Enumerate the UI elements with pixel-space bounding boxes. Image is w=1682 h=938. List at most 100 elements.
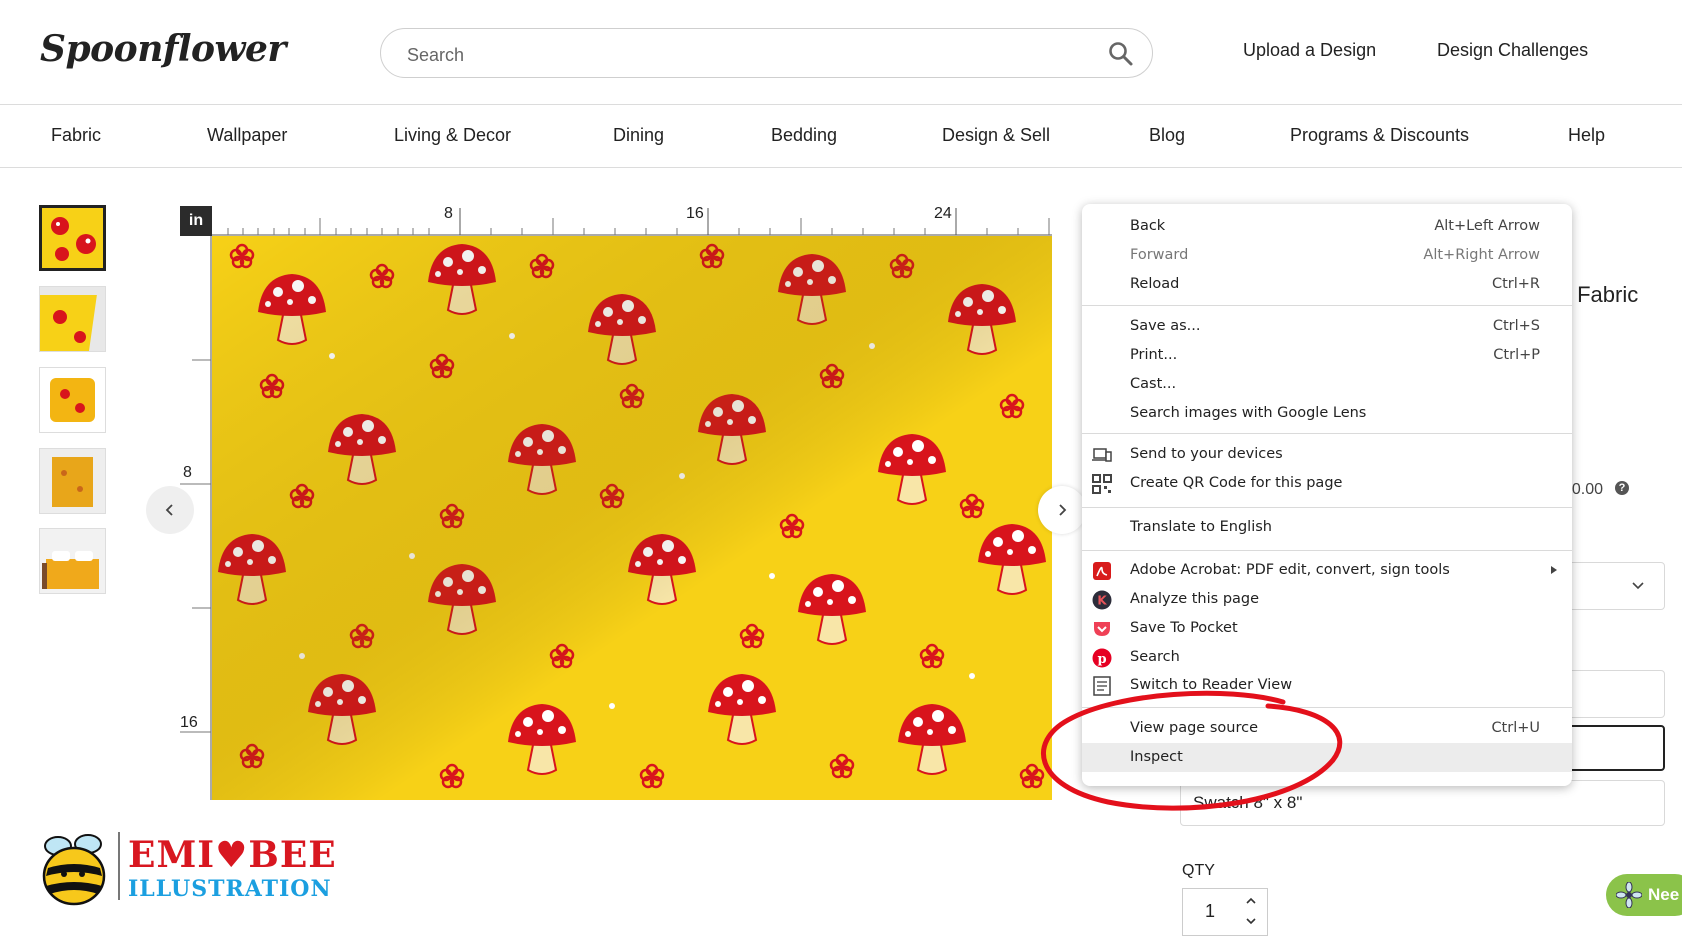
search-bar[interactable] [380, 28, 1153, 78]
pillow-image [50, 378, 95, 422]
menu-item-pinterest-search[interactable]: p Search [1082, 643, 1572, 672]
menu-item-reload[interactable]: Reload Ctrl+R [1082, 270, 1572, 299]
ruler-unit-label: in [180, 206, 212, 236]
annotation-circle [1041, 690, 1343, 811]
menu-item-print[interactable]: Print... Ctrl+P [1082, 341, 1572, 370]
menu-label-cast: Cast... [1130, 376, 1177, 392]
thumbnail-blanket[interactable] [39, 448, 106, 514]
ruler-top-label-24: 24 [934, 205, 952, 222]
menu-label-translate: Translate to English [1130, 519, 1272, 535]
fabric-roll-image [40, 287, 105, 351]
menu-shortcut-reload: Ctrl+R [1491, 276, 1540, 292]
devices-icon [1092, 448, 1112, 462]
menu-separator [1082, 550, 1572, 551]
nav-help[interactable]: Help [1568, 125, 1605, 146]
menu-item-send-to-devices[interactable]: Send to your devices [1082, 440, 1572, 469]
logo-divider [118, 832, 120, 900]
ruler-top-label-8: 8 [444, 205, 453, 222]
menu-item-google-lens[interactable]: Search images with Google Lens [1082, 399, 1572, 428]
menu-item-adobe-acrobat[interactable]: Adobe Acrobat: PDF edit, convert, sign t… [1082, 556, 1572, 585]
acrobat-icon [1093, 562, 1111, 580]
menu-item-save-as[interactable]: Save as... Ctrl+S [1082, 312, 1572, 341]
menu-label-qr-code: Create QR Code for this page [1130, 475, 1343, 491]
menu-item-translate[interactable]: Translate to English [1082, 513, 1572, 542]
menu-shortcut-forward: Alt+Right Arrow [1423, 247, 1540, 263]
qty-stepper[interactable]: 1 [1182, 888, 1268, 936]
chat-help-pill[interactable]: Nee [1606, 874, 1682, 916]
search-input[interactable] [405, 41, 1089, 69]
thumbnail-pillow[interactable] [39, 367, 106, 433]
menu-item-analyze-page[interactable]: K Analyze this page [1082, 585, 1572, 614]
menu-shortcut-print: Ctrl+P [1493, 347, 1540, 363]
chevron-left-icon [165, 504, 173, 516]
chevron-up-icon[interactable] [1245, 897, 1257, 905]
mushroom-swatch-image [42, 208, 103, 268]
nav-living-decor[interactable]: Living & Decor [394, 125, 511, 146]
menu-separator [1082, 305, 1572, 306]
chevron-down-icon[interactable] [1245, 917, 1257, 925]
qty-label: QTY [1182, 862, 1215, 879]
menu-item-back[interactable]: Back Alt+Left Arrow [1082, 212, 1572, 241]
nav-programs-discounts[interactable]: Programs & Discounts [1290, 125, 1469, 146]
nav-design-sell[interactable]: Design & Sell [942, 125, 1050, 146]
upload-design-link[interactable]: Upload a Design [1243, 40, 1376, 61]
bee-icon [42, 834, 106, 906]
menu-label-reload: Reload [1130, 276, 1180, 292]
menu-label-back: Back [1130, 218, 1166, 234]
search-icon[interactable] [1108, 41, 1134, 67]
chat-pill-label: Nee [1648, 885, 1680, 904]
menu-label-save-as: Save as... [1130, 318, 1201, 334]
menu-shortcut-back: Alt+Left Arrow [1434, 218, 1540, 234]
nav-bedding[interactable]: Bedding [771, 125, 837, 146]
carousel-next-button[interactable] [1038, 486, 1086, 534]
help-circle-icon[interactable]: ? [1615, 481, 1629, 495]
menu-item-forward[interactable]: Forward Alt+Right Arrow [1082, 241, 1572, 270]
menu-item-qr-code[interactable]: Create QR Code for this page [1082, 469, 1572, 498]
menu-label-forward: Forward [1130, 247, 1189, 263]
menu-label-analyze-page: Analyze this page [1130, 591, 1260, 607]
menu-label-adobe-acrobat: Adobe Acrobat: PDF edit, convert, sign t… [1130, 562, 1450, 578]
menu-label-print: Print... [1130, 347, 1178, 363]
nav-fabric[interactable]: Fabric [51, 125, 101, 146]
nav-blog[interactable]: Blog [1149, 125, 1185, 146]
flower-chat-icon [1616, 882, 1642, 908]
menu-label-google-lens: Search images with Google Lens [1130, 405, 1367, 421]
blanket-image [52, 457, 93, 507]
emi-bee-logo: EMI♥BEE ILLUSTRATION [36, 830, 346, 912]
mushroom-pattern-image [212, 236, 1052, 800]
submenu-arrow-icon [1551, 566, 1557, 574]
menu-label-save-to-pocket: Save To Pocket [1130, 620, 1238, 636]
menu-label-send-to-devices: Send to your devices [1130, 446, 1283, 462]
nav-wallpaper[interactable]: Wallpaper [207, 125, 287, 146]
qr-code-icon [1092, 474, 1112, 494]
thumbnail-bedding[interactable] [39, 528, 106, 594]
design-challenges-link[interactable]: Design Challenges [1437, 40, 1588, 61]
logo-text: Spoonflower [40, 28, 286, 70]
chevron-right-icon [1059, 504, 1067, 516]
qty-value: 1 [1205, 901, 1216, 921]
fabric-preview-image [212, 236, 1052, 800]
menu-separator [1082, 433, 1572, 434]
k-icon: K [1092, 590, 1112, 610]
thumbnail-roll[interactable] [39, 286, 106, 352]
bedding-image [42, 551, 99, 589]
menu-shortcut-view-page-source: Ctrl+U [1491, 720, 1540, 736]
pocket-icon [1094, 622, 1110, 636]
menu-shortcut-save-as: Ctrl+S [1492, 318, 1540, 334]
main-nav: Fabric Wallpaper Living & Decor Dining B… [0, 105, 1682, 167]
menu-separator [1082, 507, 1572, 508]
pinterest-icon: p [1092, 648, 1112, 668]
ruler-left-label-8: 8 [183, 464, 192, 481]
nav-dining[interactable]: Dining [613, 125, 664, 146]
top-ruler [212, 208, 1052, 236]
emi-bee-line2: ILLUSTRATION [128, 876, 332, 902]
ruler-top-label-16: 16 [686, 205, 704, 222]
menu-label-pinterest-search: Search [1130, 649, 1180, 665]
menu-item-cast[interactable]: Cast... [1082, 370, 1572, 399]
svg-text:K: K [1097, 594, 1107, 608]
ruler-left-label-16: 16 [180, 714, 198, 731]
menu-item-save-to-pocket[interactable]: Save To Pocket [1082, 614, 1572, 643]
nav-divider [0, 167, 1682, 168]
spoonflower-logo[interactable]: Spoonflower [34, 16, 286, 82]
thumbnail-swatch[interactable] [39, 205, 106, 271]
